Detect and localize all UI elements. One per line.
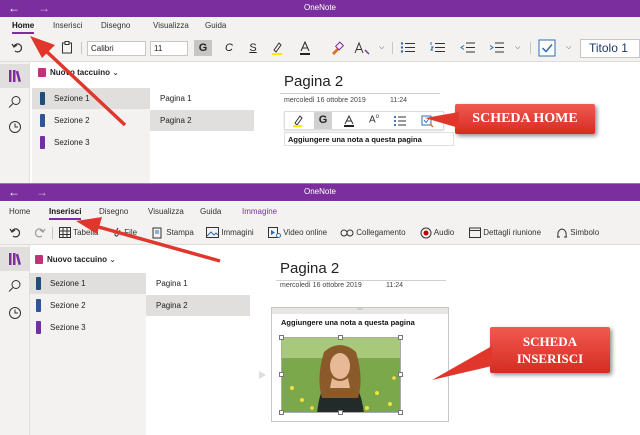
callout-scheda-inserisci: SCHEDA INSERISCI [490, 327, 610, 373]
callout-line-1: SCHEDA [522, 334, 578, 349]
callout-line-2: INSERISCI [516, 351, 584, 366]
arrow-to-inserisci-tab [76, 217, 221, 263]
onenote-inserisci-screenshot: ← → OneNote Home Inserisci Disegno Visua… [0, 183, 640, 435]
callout-pointer [432, 346, 492, 380]
callout-scheda-home: SCHEDA HOME [455, 104, 595, 134]
callout-pointer [425, 112, 459, 128]
onenote-home-screenshot: ← → OneNote Home Inserisci Disegno Visua… [0, 0, 640, 183]
arrow-to-home-tab [30, 36, 127, 127]
